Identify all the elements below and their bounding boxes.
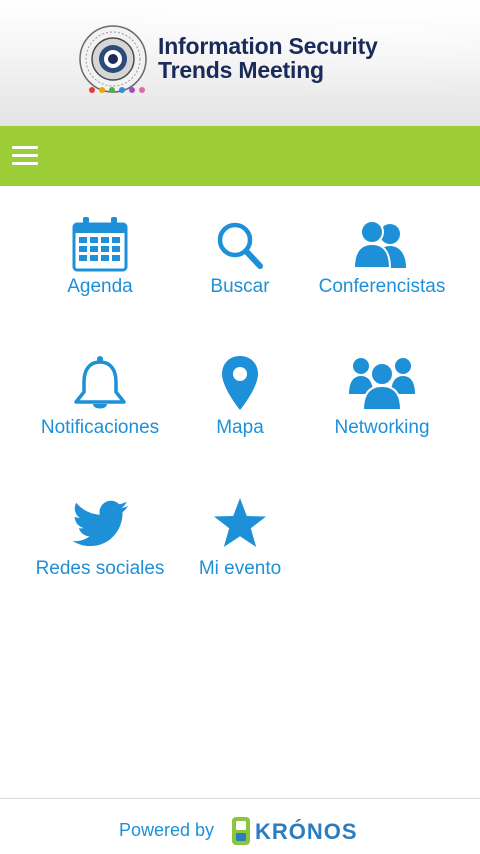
event-title-line2: Trends Meeting — [158, 57, 324, 83]
hamburger-menu-button[interactable] — [10, 144, 40, 168]
app-header: Information Security Trends Meeting — [0, 0, 480, 126]
hamburger-icon — [12, 146, 38, 149]
menu-item-networking[interactable]: Networking — [302, 354, 462, 464]
menu-item-agenda[interactable]: Agenda — [20, 216, 180, 326]
menu-item-label: Redes sociales — [35, 558, 165, 579]
menu-item-notificaciones[interactable]: Notificaciones — [20, 354, 180, 464]
menu-item-label: Notificaciones — [40, 417, 160, 438]
nav-bar — [0, 126, 480, 186]
map-pin-icon — [222, 356, 258, 410]
menu-item-conferencistas[interactable]: Conferencistas — [302, 216, 462, 326]
powered-by-text: Powered by — [119, 820, 215, 840]
kronos-brand[interactable]: KRÓNOS — [255, 819, 358, 845]
kronos-logo-icon — [232, 817, 250, 845]
menu-grid: Agenda Buscar Conferencistas Notificacio… — [0, 186, 480, 786]
menu-item-mapa[interactable]: Mapa — [160, 354, 320, 464]
logo-people-dots — [89, 87, 145, 93]
bell-icon — [74, 356, 126, 409]
speakers-icon — [352, 220, 406, 269]
menu-item-mi-evento[interactable]: Mi evento — [160, 496, 320, 606]
menu-item-redes-sociales[interactable]: Redes sociales — [20, 496, 180, 606]
menu-item-label: Conferencistas — [318, 276, 446, 297]
menu-item-label: Agenda — [67, 276, 133, 297]
star-icon — [214, 498, 266, 547]
search-icon — [217, 222, 263, 269]
calendar-icon — [72, 217, 128, 272]
group-icon — [349, 358, 415, 411]
menu-item-label: Networking — [334, 417, 430, 438]
menu-item-label: Mapa — [216, 417, 264, 438]
menu-item-label: Buscar — [210, 276, 270, 297]
event-title-line1: Information Security — [158, 33, 378, 59]
event-title: Information Security Trends Meeting — [158, 34, 378, 82]
menu-item-buscar[interactable]: Buscar — [160, 216, 320, 326]
twitter-icon — [72, 500, 128, 547]
menu-item-label: Mi evento — [198, 558, 282, 579]
